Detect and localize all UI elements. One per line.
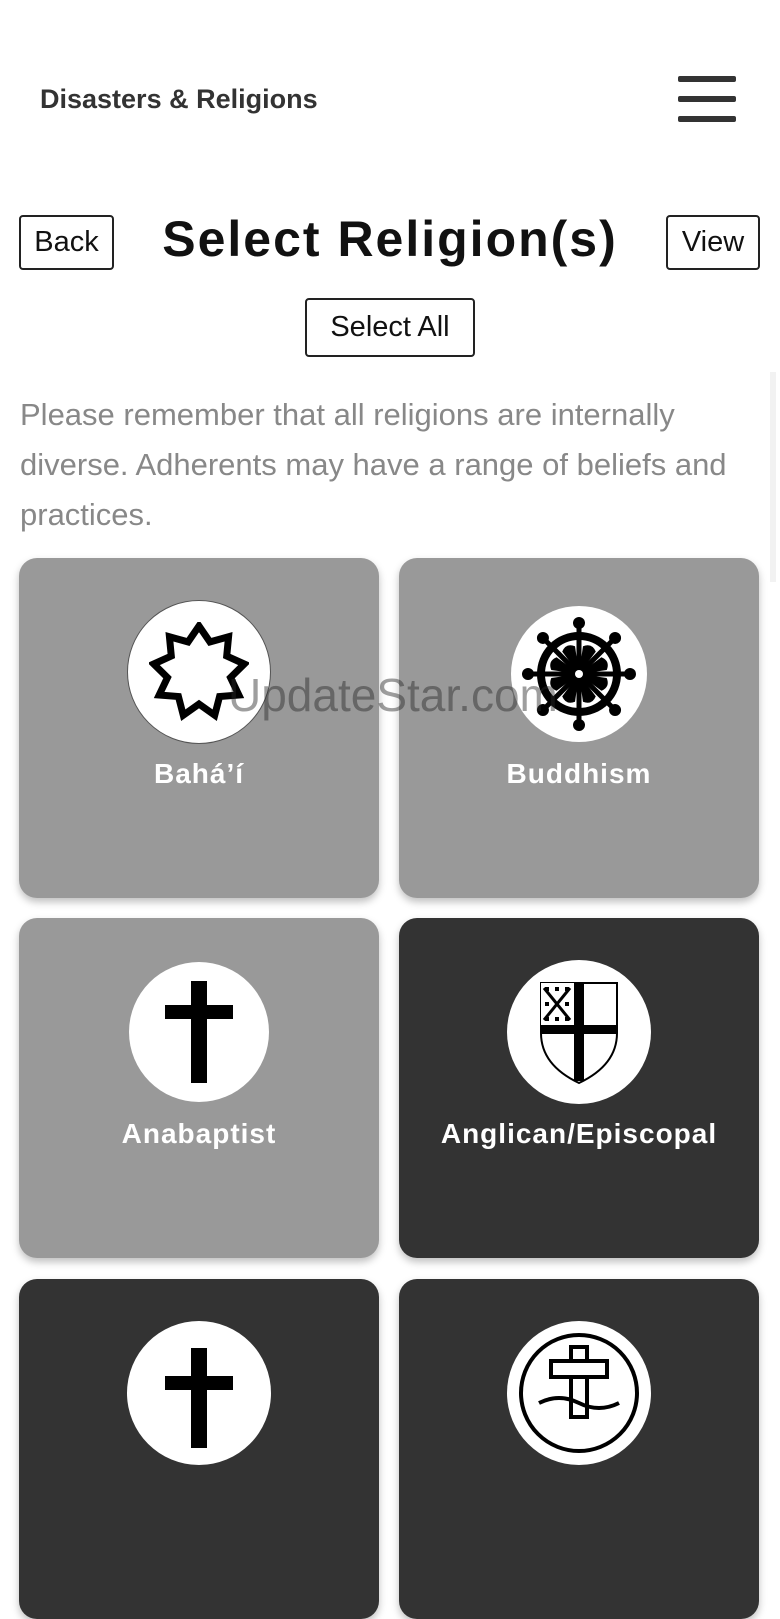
app-header: Disasters & Religions bbox=[0, 0, 780, 200]
cross-icon bbox=[127, 1321, 271, 1465]
religion-card-5[interactable] bbox=[19, 1279, 379, 1619]
religion-card-label: Bahá’í bbox=[153, 758, 245, 789]
episcopal-shield-icon bbox=[507, 960, 651, 1104]
religion-card-label: Anabaptist bbox=[121, 1118, 277, 1149]
select-all-button[interactable]: Select All bbox=[305, 298, 475, 357]
nine-pointed-star-icon bbox=[127, 600, 271, 744]
hamburger-menu-icon[interactable] bbox=[676, 76, 738, 126]
religion-card-buddhism[interactable]: Buddhism bbox=[399, 558, 759, 898]
page-title: Select Religion(s) bbox=[162, 211, 618, 267]
back-button[interactable]: Back bbox=[19, 215, 114, 270]
scrollbar[interactable] bbox=[770, 372, 776, 582]
cross-seal-icon bbox=[507, 1321, 651, 1465]
religion-card-anabaptist[interactable]: Anabaptist bbox=[19, 918, 379, 1258]
religion-card-bahai[interactable]: Bahá’í bbox=[19, 558, 379, 898]
latin-cross-icon bbox=[129, 962, 269, 1102]
religion-card-anglican-episcopal[interactable]: Anglican/Episcopal bbox=[399, 918, 759, 1258]
view-button[interactable]: View bbox=[666, 215, 760, 270]
dharma-wheel-icon bbox=[511, 606, 647, 742]
app-title: Disasters & Religions bbox=[40, 84, 318, 114]
religion-card-label: Anglican/Episcopal bbox=[440, 1118, 718, 1149]
diversity-notice: Please remember that all religions are i… bbox=[20, 397, 727, 532]
religion-card-label: Buddhism bbox=[506, 758, 652, 789]
religion-card-6[interactable] bbox=[399, 1279, 759, 1619]
